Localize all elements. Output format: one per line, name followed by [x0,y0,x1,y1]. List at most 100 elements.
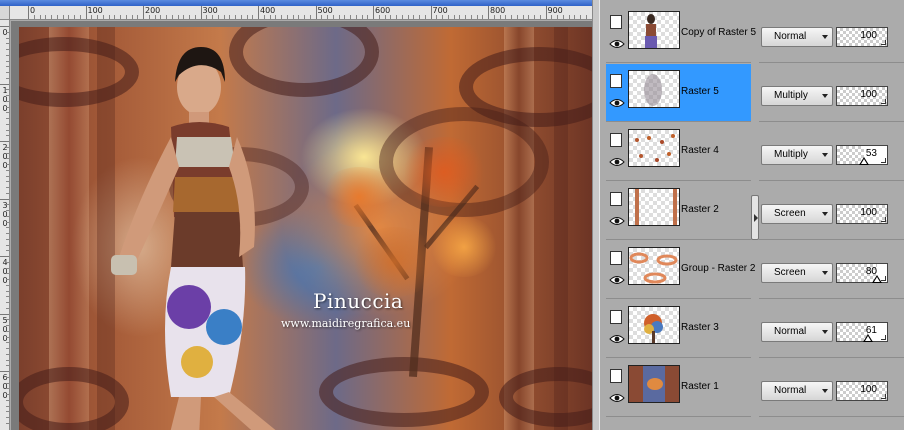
opacity-marker-icon[interactable] [858,157,869,165]
layer-row-raster-4[interactable]: Raster 4 [606,123,751,181]
ruler-minor-tick [562,15,564,19]
chevron-down-icon [822,153,828,157]
layer-row-raster-1[interactable]: Raster 1 [606,359,751,417]
chevron-down-icon [822,389,828,393]
ruler-major-tick [0,141,9,142]
layer-thumbnail[interactable] [628,129,680,167]
opacity-slider[interactable]: 53 [836,145,888,165]
layer-thumbnail[interactable] [628,70,680,108]
ruler-minor-tick [6,146,9,148]
ruler-minor-tick [6,330,9,332]
layer-thumbnail[interactable] [628,306,680,344]
ruler-minor-tick [338,15,340,19]
ruler-minor-tick [424,15,426,19]
blend-mode-dropdown[interactable]: Multiply [761,86,833,106]
layer-properties-copy-of-raster-5: Normal 100 [759,5,904,63]
visibility-eye-icon[interactable] [609,98,625,108]
layer-name[interactable]: Group - Raster 2 [681,263,755,274]
ruler-minor-tick [6,267,9,269]
chevron-down-icon [822,330,828,334]
layer-page-icon[interactable] [607,192,622,210]
layer-page-icon[interactable] [607,74,622,92]
layer-page-icon[interactable] [607,15,622,33]
resize-corner-icon [881,394,886,399]
visibility-eye-icon[interactable] [609,275,625,285]
layer-name[interactable]: Raster 5 [681,86,719,97]
ruler-minor-tick [6,152,9,154]
ruler-minor-tick [51,15,52,19]
blend-mode-dropdown[interactable]: Normal [761,381,833,401]
blend-mode-dropdown[interactable]: Screen [761,204,833,224]
layer-name[interactable]: Raster 4 [681,145,719,156]
layer-thumbnail[interactable] [628,365,680,403]
ruler-minor-tick [223,15,225,19]
ruler-minor-tick [6,250,9,252]
visibility-eye-icon[interactable] [609,157,625,167]
ruler-minor-tick [217,15,219,19]
layer-thumbnail[interactable] [628,11,680,49]
ruler-minor-tick [6,411,9,413]
layer-name[interactable]: Raster 2 [681,204,719,215]
ruler-label: 800 [490,6,506,15]
layer-toggle-group [607,190,626,234]
layer-page-icon[interactable] [607,310,622,328]
layer-row-raster-2[interactable]: Raster 2 [606,182,751,240]
layer-page-icon[interactable] [607,369,622,387]
blend-mode-value: Normal [774,326,807,337]
layer-row-group-raster-2[interactable]: Group - Raster 2 [606,241,755,299]
visibility-eye-icon[interactable] [609,216,625,226]
layers-panel: Copy of Raster 5 Raster 5 Raster 4 Raste… [600,0,756,430]
woman-figure [111,47,276,430]
blend-mode-dropdown[interactable]: Screen [761,263,833,283]
panel-splitter[interactable] [592,0,600,430]
layer-page-icon[interactable] [607,133,622,151]
ruler-minor-tick [131,15,133,19]
panel-collapse-button[interactable] [751,195,759,240]
ruler-minor-tick [263,15,265,19]
chevron-down-icon [822,35,828,39]
layer-thumbnail[interactable] [628,247,680,285]
ruler-minor-tick [459,15,461,19]
ruler-minor-tick [585,15,587,19]
layer-row-raster-5[interactable]: Raster 5 [606,64,751,122]
visibility-eye-icon[interactable] [609,393,625,403]
canvas-image[interactable]: Pinuccia www.maidiregrafica.eu [19,27,592,430]
layer-name[interactable]: Copy of Raster 5 [681,27,756,38]
ruler-label: 300 [202,6,218,15]
blend-mode-dropdown[interactable]: Normal [761,322,833,342]
visibility-eye-icon[interactable] [609,334,625,344]
opacity-slider[interactable]: 100 [836,27,888,47]
ruler-minor-tick [534,15,535,19]
opacity-slider[interactable]: 100 [836,381,888,401]
ruler-major-tick [0,83,9,85]
opacity-marker-icon[interactable] [862,334,873,342]
ruler-minor-tick [125,15,127,19]
opacity-slider[interactable]: 100 [836,86,888,106]
ruler-minor-tick [493,15,495,19]
layer-row-copy-of-raster-5[interactable]: Copy of Raster 5 [606,5,756,63]
ruler-minor-tick [102,15,104,19]
layer-page-icon[interactable] [607,251,622,269]
ruler-minor-tick [6,192,9,194]
ruler-minor-tick [6,175,9,177]
opacity-slider[interactable]: 80 [836,263,888,283]
layer-name[interactable]: Raster 1 [681,381,719,392]
ruler-minor-tick [6,49,9,50]
layer-name[interactable]: Raster 3 [681,322,719,333]
ruler-minor-tick [6,37,9,39]
ruler-minor-tick [499,15,501,19]
layer-row-raster-3[interactable]: Raster 3 [606,300,751,358]
ruler-minor-tick [177,15,179,19]
layer-thumbnail[interactable] [628,188,680,226]
opacity-slider[interactable]: 61 [836,322,888,342]
ruler-minor-tick [6,54,9,56]
blend-mode-dropdown[interactable]: Multiply [761,145,833,165]
opacity-slider[interactable]: 100 [836,204,888,224]
blend-mode-dropdown[interactable]: Normal [761,27,833,47]
visibility-eye-icon[interactable] [609,39,625,49]
image-canvas-area[interactable]: Pinuccia www.maidiregrafica.eu [11,21,592,430]
ruler-minor-tick [6,296,9,298]
ruler-minor-tick [442,15,443,19]
ruler-minor-tick [79,15,81,19]
watermark-title: Pinuccia [313,289,404,313]
